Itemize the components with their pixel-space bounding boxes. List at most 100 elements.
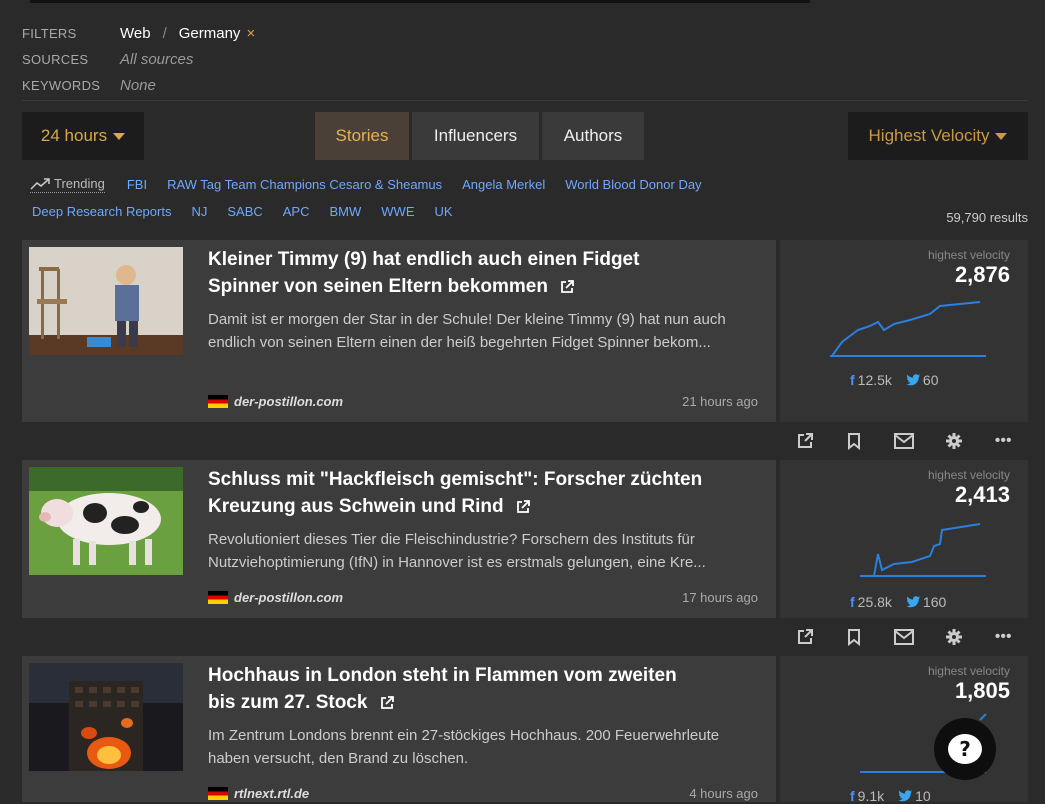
more-options-icon[interactable]: ••• — [978, 628, 1028, 646]
velocity-label: highest velocity — [927, 468, 1010, 482]
chat-bubble-icon: ? — [948, 734, 982, 764]
email-icon[interactable] — [879, 433, 929, 449]
story-thumbnail[interactable] — [29, 467, 183, 575]
facebook-count: 25.8k — [857, 594, 892, 610]
chevron-down-icon — [995, 132, 1008, 140]
facebook-icon: f — [850, 594, 855, 610]
social-counts: f 25.8k 160 — [850, 594, 946, 610]
pig-cow-image — [29, 467, 183, 575]
trending-tag[interactable]: WWE — [381, 204, 414, 219]
story-card[interactable]: Hochhaus in London steht in Flammen vom … — [22, 656, 776, 802]
tab-stories[interactable]: Stories — [315, 112, 409, 160]
germany-flag-icon — [208, 787, 228, 800]
velocity-sparkline — [860, 523, 986, 577]
help-chat-button[interactable]: ? — [934, 718, 996, 780]
twitter-icon — [906, 596, 920, 608]
story-card[interactable]: Kleiner Timmy (9) hat endlich auch einen… — [22, 240, 776, 422]
story-stats: highest velocity 1,805 f 9.1k 10 — [780, 656, 1028, 804]
story-title[interactable]: Schluss mit "Hackfleisch gemischt": Fors… — [208, 466, 708, 520]
tab-label: Authors — [563, 126, 623, 145]
story-title-text: Hochhaus in London steht in Flammen vom … — [208, 665, 677, 713]
external-link-icon[interactable] — [559, 279, 575, 295]
trending-icon — [30, 177, 50, 190]
story-stats: highest velocity 2,876 f 12.5k 60 — [780, 240, 1028, 422]
tab-authors[interactable]: Authors — [542, 112, 644, 160]
story-source-name: rtlnext.rtl.de — [234, 786, 310, 801]
trending-row-1: Trending FBI RAW Tag Team Champions Cesa… — [30, 176, 722, 193]
velocity-label: highest velocity — [927, 248, 1010, 262]
sort-dropdown[interactable]: Highest Velocity — [848, 112, 1028, 160]
chevron-down-icon — [113, 132, 126, 140]
sources-label: SOURCES — [22, 51, 89, 67]
keywords-value[interactable]: None — [120, 77, 156, 94]
bookmark-icon[interactable] — [830, 432, 880, 450]
germany-flag-icon — [208, 395, 228, 408]
velocity-label: highest velocity — [927, 664, 1010, 678]
story-thumbnail[interactable] — [29, 247, 183, 355]
germany-flag-icon — [208, 591, 228, 604]
story-stats: highest velocity 2,413 f 25.8k 160 — [780, 460, 1028, 618]
trending-tag[interactable]: RAW Tag Team Champions Cesaro & Sheamus — [167, 177, 442, 192]
story-source-name: der-postillon.com — [234, 590, 344, 605]
gear-icon[interactable] — [929, 628, 979, 646]
social-counts: f 12.5k 60 — [850, 372, 939, 388]
share-icon[interactable] — [780, 432, 830, 450]
story-time: 17 hours ago — [682, 590, 758, 605]
tab-influencers[interactable]: Influencers — [412, 112, 539, 160]
tab-label: Stories — [335, 126, 389, 145]
story-source[interactable]: rtlnext.rtl.de — [208, 786, 309, 801]
sources-value[interactable]: All sources — [120, 51, 193, 68]
share-icon[interactable] — [780, 628, 830, 646]
facebook-count: 12.5k — [857, 372, 892, 388]
filter-separator: / — [162, 24, 167, 42]
trending-tag[interactable]: BMW — [330, 204, 362, 219]
top-border — [30, 0, 810, 3]
trending-tag[interactable]: World Blood Donor Day — [565, 177, 701, 192]
filters-label: FILTERS — [22, 25, 77, 41]
story-source-name: der-postillon.com — [234, 394, 344, 409]
email-icon[interactable] — [879, 629, 929, 645]
filter-scope[interactable]: Web — [120, 25, 151, 42]
trending-text: Trending — [54, 176, 105, 191]
keywords-label: KEYWORDS — [22, 77, 101, 93]
trending-tag[interactable]: SABC — [227, 204, 262, 219]
facebook-icon: f — [850, 372, 855, 388]
trending-tag[interactable]: UK — [435, 204, 453, 219]
story-title[interactable]: Hochhaus in London steht in Flammen vom … — [208, 662, 708, 716]
trending-row-2: Deep Research Reports NJ SABC APC BMW WW… — [32, 204, 473, 219]
time-range-label: 24 hours — [40, 126, 108, 145]
sort-label: Highest Velocity — [868, 126, 990, 145]
bookmark-icon[interactable] — [830, 628, 880, 646]
story-card[interactable]: Schluss mit "Hackfleisch gemischt": Fors… — [22, 460, 776, 618]
twitter-icon — [898, 790, 913, 802]
gear-icon[interactable] — [929, 432, 979, 450]
burning-tower-image — [29, 663, 183, 771]
divider — [22, 100, 1028, 101]
external-link-icon[interactable] — [379, 695, 395, 711]
time-range-dropdown[interactable]: 24 hours — [22, 112, 144, 160]
story-title[interactable]: Kleiner Timmy (9) hat endlich auch einen… — [208, 246, 708, 300]
story-description: Damit ist er morgen der Star in der Schu… — [208, 311, 726, 351]
filter-country[interactable]: Germany — [179, 25, 241, 42]
trending-tag[interactable]: APC — [283, 204, 310, 219]
trending-tag[interactable]: Angela Merkel — [462, 177, 545, 192]
story-actions: ••• — [780, 424, 1028, 458]
story-source[interactable]: der-postillon.com — [208, 590, 343, 605]
velocity-value: 2,413 — [954, 482, 1010, 507]
trending-label: Trending — [30, 176, 105, 193]
story-source[interactable]: der-postillon.com — [208, 394, 343, 409]
trending-tag[interactable]: NJ — [191, 204, 207, 219]
story-time: 21 hours ago — [682, 394, 758, 409]
more-options-icon[interactable]: ••• — [978, 432, 1028, 450]
story-time: 4 hours ago — [689, 786, 758, 801]
results-count: 59,790 results — [946, 210, 1028, 225]
external-link-icon[interactable] — [515, 499, 531, 515]
story-thumbnail[interactable] — [29, 663, 183, 771]
remove-filter-icon[interactable]: × — [246, 25, 255, 42]
velocity-value: 1,805 — [954, 678, 1010, 703]
trending-tag[interactable]: FBI — [127, 177, 147, 192]
trending-tag[interactable]: Deep Research Reports — [32, 204, 171, 219]
tab-label: Influencers — [433, 126, 518, 145]
twitter-count: 60 — [922, 372, 939, 388]
boy-with-toy-image — [29, 247, 183, 355]
